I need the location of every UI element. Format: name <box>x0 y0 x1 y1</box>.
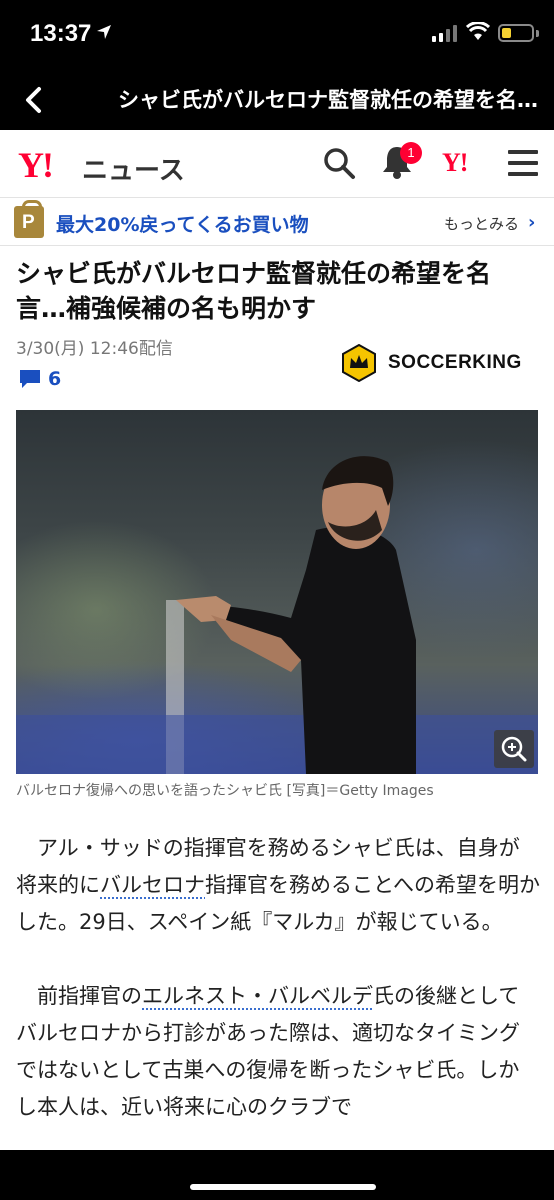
location-arrow-icon <box>97 25 111 39</box>
paragraph-1: アル・サッドの指揮官を務めるシャビ氏は、自身が将来的にバルセロナ指揮官を務めるこ… <box>16 830 540 941</box>
promo-banner[interactable]: P 最大20%戻ってくるお買い物 もっとみる › <box>0 198 554 246</box>
news-logo-text[interactable]: ニュース <box>82 150 185 187</box>
article-body: アル・サッドの指揮官を務めるシャビ氏は、自身が将来的にバルセロナ指揮官を務めるこ… <box>16 830 540 1150</box>
battery-icon <box>498 24 534 42</box>
yahoo-header: Y! ニュース 1 Y! <box>0 130 554 198</box>
status-time: 13:37 <box>30 20 92 47</box>
signal-icon <box>432 24 457 42</box>
shopping-bag-icon: P <box>14 200 44 238</box>
source-name: SOCCERKING <box>388 352 522 373</box>
battery-cap <box>536 30 539 37</box>
zoom-button[interactable] <box>494 730 534 768</box>
comments-link[interactable]: 6 <box>18 368 61 390</box>
promo-text[interactable]: 最大20%戻ってくるお買い物 <box>56 210 309 237</box>
p2-text-1: 前指揮官の <box>37 984 142 1008</box>
article-page: Y! ニュース 1 Y! P 最大20%戻ってくるお買い物 もっとみる › シャ… <box>0 130 554 1150</box>
home-indicator[interactable] <box>190 1184 376 1190</box>
valverde-link[interactable]: エルネスト・バルベルデ <box>142 984 373 1008</box>
status-bar: 13:37 <box>0 0 554 70</box>
wifi-icon <box>466 22 490 40</box>
nav-header: シャビ氏がバルセロナ監督就任の希望を名… <box>0 70 554 130</box>
crown-badge-icon <box>342 344 376 382</box>
search-icon[interactable] <box>322 146 356 180</box>
yahoo-logo-link[interactable]: Y! <box>442 148 468 178</box>
comment-count: 6 <box>48 368 62 390</box>
notification-badge: 1 <box>400 142 422 164</box>
yahoo-news-logo[interactable]: Y! <box>18 144 54 186</box>
back-chevron-icon[interactable] <box>18 84 50 116</box>
nav-title: シャビ氏がバルセロナ監督就任の希望を名… <box>118 88 538 112</box>
paragraph-2: 前指揮官のエルネスト・バルベルデ氏の後継としてバルセロナから打診があった際は、適… <box>16 978 540 1126</box>
source-logo[interactable]: SOCCERKING <box>340 344 522 382</box>
zoom-in-icon <box>501 736 527 762</box>
article-photo[interactable] <box>16 410 538 774</box>
publish-date: 3/30(月) 12:46配信 <box>16 339 173 359</box>
photo-caption: バルセロナ復帰への思いを語ったシャビ氏 [写真]＝Getty Images <box>16 783 434 799</box>
promo-more-link[interactable]: もっとみる <box>444 213 519 234</box>
barcelona-link[interactable]: バルセロナ <box>100 873 205 897</box>
menu-icon[interactable] <box>508 150 538 176</box>
article-headline: シャビ氏がバルセロナ監督就任の希望を名言…補強候補の名も明かす <box>16 259 492 323</box>
chevron-right-icon[interactable]: › <box>528 212 535 233</box>
home-bar-area <box>0 1150 554 1200</box>
coach-figure <box>16 456 538 774</box>
comment-bubble-icon <box>20 370 40 388</box>
